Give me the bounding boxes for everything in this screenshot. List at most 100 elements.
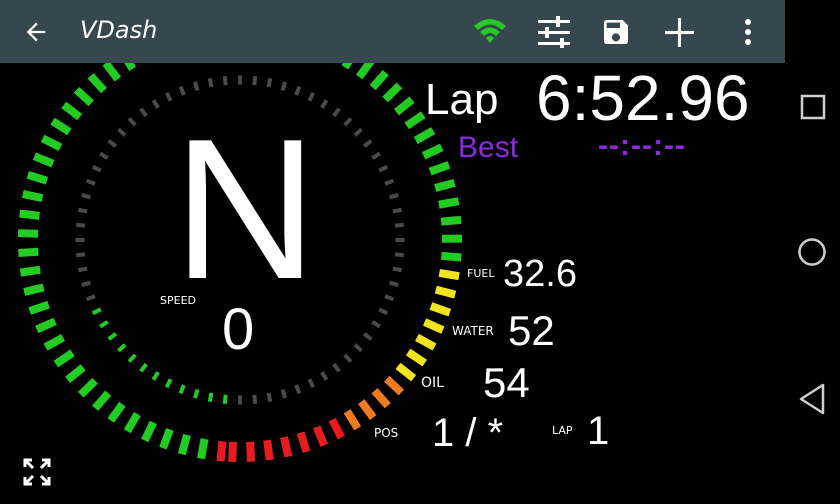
speed-ring-dash (139, 107, 148, 118)
oil-value: 54 (483, 359, 530, 406)
rpm-segment (404, 111, 426, 130)
speed-ring-dash (378, 307, 389, 316)
speed-ring-dash (117, 127, 127, 137)
rpm-segment (32, 152, 55, 168)
rpm-segment (438, 197, 460, 209)
more-vertical-icon[interactable] (738, 17, 758, 47)
fullscreen-icon[interactable] (22, 457, 52, 487)
rpm-segment (19, 265, 41, 277)
rpm-segment (429, 302, 452, 317)
speed-ring-dash (389, 193, 399, 200)
speed-ring-dash (280, 81, 287, 91)
speed-ring-dash (107, 139, 118, 148)
rpm-segment (384, 375, 405, 396)
speed-ring-dash (207, 392, 214, 403)
rpm-segment (73, 86, 94, 107)
speed-ring-dash (77, 266, 88, 273)
speed-ring-dash (178, 384, 186, 395)
save-icon[interactable] (600, 16, 632, 48)
rpm-segment (358, 399, 377, 420)
rpm-segment (23, 283, 45, 296)
rpm-segment (246, 441, 256, 462)
speed-ring-dash (99, 151, 109, 160)
rpm-segment (92, 390, 112, 411)
speed-value: 0 (222, 297, 255, 362)
best-time: --:--:-- (598, 129, 686, 162)
add-icon[interactable] (663, 16, 696, 49)
speed-ring-dash (394, 222, 404, 228)
speed-ring-dash (164, 378, 173, 389)
rpm-segment (87, 73, 107, 94)
system-nav-bar (785, 0, 840, 504)
speed-ring-dash (266, 77, 273, 88)
speed-ring-dash (81, 193, 91, 200)
rpm-segment (393, 96, 415, 116)
rpm-segment (312, 425, 328, 447)
speed-ring-dash (252, 394, 258, 404)
speed-ring-dash (280, 389, 287, 399)
rpm-segment (50, 117, 72, 136)
speed-ring-dash (85, 178, 96, 186)
rpm-segment (328, 417, 345, 440)
rpm-segment (124, 63, 137, 72)
rpm-segment (434, 178, 456, 192)
speed-ring-dash (378, 164, 389, 173)
home-icon[interactable] (797, 237, 827, 267)
rpm-segment (228, 441, 237, 463)
speed-ring-dash (392, 266, 403, 273)
speed-ring-dash (332, 107, 341, 118)
fuel-label: FUEL (467, 267, 495, 280)
rpm-segment (415, 333, 437, 351)
rpm-segment (21, 190, 44, 203)
speed-ring-dash (81, 280, 91, 287)
water-value: 52 (508, 307, 555, 354)
speed-ring-dash (392, 207, 403, 214)
rpm-segment (413, 127, 436, 144)
rpm-segment (19, 209, 40, 220)
speed-ring-dash (343, 353, 353, 363)
speed-ring-dash (266, 392, 273, 403)
recent-apps-icon[interactable] (800, 94, 826, 120)
speed-ring-dash (207, 77, 214, 88)
rpm-segment (53, 349, 75, 368)
rpm-segment (65, 364, 86, 384)
speed-ring-dash (332, 362, 341, 373)
speed-ring-dash (76, 222, 86, 228)
rpm-segment (102, 63, 122, 82)
rpm-segment (216, 440, 227, 462)
speed-ring-dash (193, 81, 200, 91)
speed-ring-dash (85, 294, 96, 302)
rpm-segment (159, 428, 174, 450)
speed-ring-dash (371, 320, 381, 329)
speed-ring-dash (91, 307, 102, 316)
rpm-segment (421, 143, 444, 160)
rpm-segment (107, 401, 126, 423)
oil-label: OIL (421, 375, 444, 391)
rpm-segment (341, 63, 353, 70)
speed-ring-dash (294, 85, 302, 96)
best-label: Best (458, 131, 519, 164)
gear-indicator: N (173, 98, 318, 321)
speed-ring-dash (222, 394, 228, 404)
speed-ring-dash (384, 178, 395, 186)
speed-ring-dash (371, 151, 381, 160)
rpm-segment (382, 82, 403, 103)
rpm-segment (356, 63, 375, 80)
back-triangle-icon[interactable] (797, 382, 827, 416)
rpm-segment (438, 268, 460, 281)
speed-ring-dash (127, 117, 137, 127)
app-bar: VDash (0, 0, 785, 63)
rpm-segment (26, 171, 49, 185)
back-arrow-icon[interactable] (22, 18, 50, 46)
rpm-segment (280, 436, 293, 458)
wifi-icon[interactable] (472, 16, 508, 48)
speed-ring-dash (99, 320, 109, 329)
rpm-segment (263, 439, 274, 461)
dashboard: N SPEED 0 Lap 6:52.96 Best --:--:-- FUEL… (0, 63, 785, 504)
speed-ring-dash (294, 384, 302, 395)
speed-ring-dash (127, 353, 137, 363)
tune-sliders-icon[interactable] (536, 15, 572, 49)
speed-ring-dash (178, 85, 186, 96)
speed-ring-dash (394, 252, 404, 258)
rpm-segment (441, 251, 462, 262)
